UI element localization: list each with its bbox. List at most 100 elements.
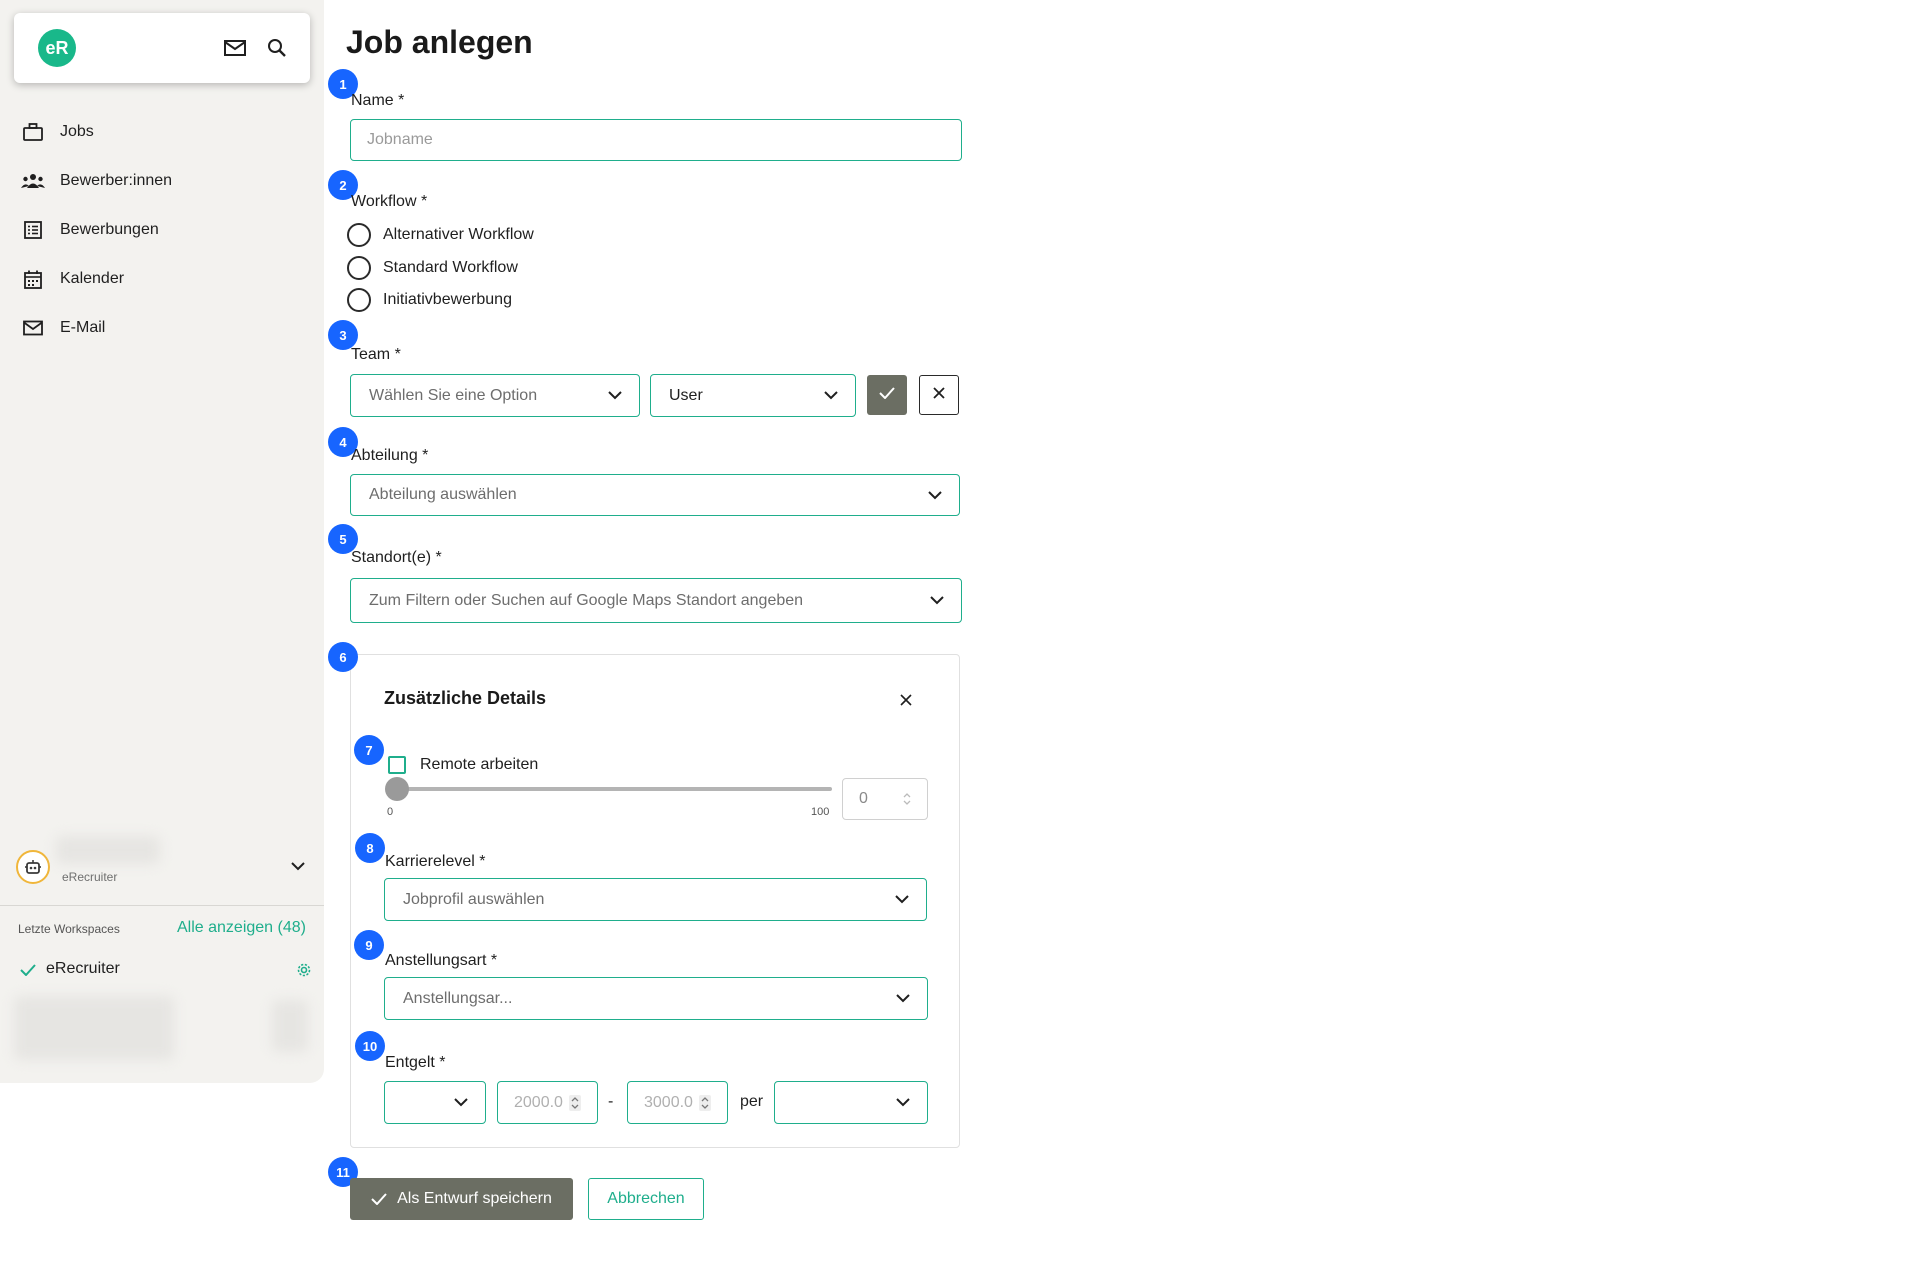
show-all-workspaces-link[interactable]: Alle anzeigen (48) (177, 919, 306, 937)
radio-label: Alternativer Workflow (383, 226, 534, 243)
team-confirm-button[interactable] (867, 375, 907, 415)
stepper-icon[interactable] (699, 1095, 711, 1111)
team-role-select[interactable]: User (650, 374, 856, 417)
save-draft-button[interactable]: Als Entwurf speichern (350, 1178, 573, 1220)
per-label: per (740, 1093, 764, 1110)
workflow-label: Workflow * (351, 193, 428, 210)
step-badge: 10 (355, 1031, 385, 1061)
gear-icon[interactable] (294, 960, 314, 980)
karriere-select-value: Jobprofil auswählen (403, 890, 545, 908)
standort-label: Standort(e) * (351, 549, 442, 566)
page-title: Job anlegen (346, 24, 533, 60)
remote-label: Remote arbeiten (420, 756, 539, 773)
chevron-down-icon (607, 388, 623, 404)
job-name-input[interactable]: Jobname (350, 119, 962, 161)
workspace-actions-redacted (272, 1000, 308, 1052)
slider-max-label: 100 (811, 806, 830, 818)
team-select-value: Wählen Sie eine Option (369, 386, 538, 404)
sidebar-item-bewerber[interactable]: Bewerber:innen (20, 164, 172, 198)
chevron-down-icon (927, 487, 943, 503)
chevron-down-icon (823, 388, 839, 404)
abteilung-label: Abteilung * (351, 447, 429, 464)
mail-icon (20, 315, 46, 341)
stepper-icon[interactable] (901, 791, 913, 807)
team-clear-button[interactable] (919, 375, 959, 415)
check-icon (371, 1193, 387, 1205)
chevron-down-icon (894, 892, 910, 908)
sidebar-header-card: eR (14, 13, 310, 83)
name-label: Name * (351, 92, 405, 109)
remote-slider-thumb[interactable] (385, 777, 409, 801)
radio-initiativbewerbung[interactable] (347, 288, 371, 312)
account-subtitle: eRecruiter (62, 870, 118, 884)
chevron-down-icon (895, 1095, 911, 1111)
radio-label: Standard Workflow (383, 259, 518, 276)
anstellung-select[interactable]: Anstellungsar... (384, 977, 928, 1020)
sidebar-item-email[interactable]: E-Mail (20, 311, 105, 345)
people-icon (20, 168, 46, 194)
radio-label: Initiativbewerbung (383, 291, 512, 308)
anstellung-label: Anstellungsart * (385, 952, 498, 969)
chevron-down-icon (453, 1095, 469, 1111)
chevron-down-icon (895, 991, 911, 1007)
sidebar-item-label: Bewerber:innen (60, 172, 173, 189)
list-icon (20, 217, 46, 243)
app-logo[interactable]: eR (38, 29, 76, 67)
calendar-icon (20, 266, 46, 292)
close-icon (933, 386, 945, 404)
sidebar-item-jobs[interactable]: Jobs (20, 115, 94, 149)
check-icon (879, 386, 895, 404)
slider-min-label: 0 (387, 806, 394, 818)
team-label: Team * (351, 346, 401, 363)
team-role-value: User (669, 386, 703, 404)
range-dash: - (608, 1093, 614, 1110)
radio-standard-workflow[interactable] (347, 256, 371, 280)
karriere-label: Karrierelevel * (385, 853, 486, 870)
search-icon[interactable] (264, 35, 290, 61)
chevron-down-icon (929, 593, 945, 609)
remote-value: 0 (859, 790, 868, 807)
sidebar-item-label: Kalender (60, 270, 125, 287)
sidebar-item-kalender[interactable]: Kalender (20, 262, 124, 296)
sidebar-item-label: Jobs (60, 123, 94, 140)
step-badge: 9 (354, 930, 384, 960)
karriere-select[interactable]: Jobprofil auswählen (384, 878, 927, 921)
step-badge: 6 (328, 642, 358, 672)
salary-to-value: 3000.0 (644, 1093, 693, 1111)
step-badge: 7 (354, 735, 384, 765)
standort-select[interactable]: Zum Filtern oder Suchen auf Google Maps … (350, 578, 962, 623)
save-draft-label: Als Entwurf speichern (397, 1190, 552, 1207)
cancel-label: Abbrechen (607, 1190, 685, 1207)
salary-to-input[interactable]: 3000.0 (627, 1081, 728, 1124)
chevron-down-icon[interactable] (288, 856, 308, 876)
mail-icon[interactable] (222, 35, 248, 61)
remote-value-input[interactable]: 0 (842, 778, 928, 820)
check-icon (18, 960, 38, 980)
workspace-list-redacted (14, 996, 174, 1060)
sidebar-item-label: Bewerbungen (60, 221, 159, 238)
account-name-redacted (56, 836, 160, 864)
remote-checkbox[interactable] (388, 756, 406, 774)
entgelt-label: Entgelt * (385, 1054, 446, 1071)
sidebar-item-bewerbungen[interactable]: Bewerbungen (20, 213, 159, 247)
stepper-icon[interactable] (569, 1095, 581, 1111)
step-badge: 8 (355, 833, 385, 863)
workspaces-heading: Letzte Workspaces (18, 922, 120, 936)
close-icon[interactable] (895, 689, 917, 711)
radio-alternativer-workflow[interactable] (347, 223, 371, 247)
team-select[interactable]: Wählen Sie eine Option (350, 374, 640, 417)
workspace-current[interactable]: eRecruiter (46, 960, 120, 978)
anstellung-select-value: Anstellungsar... (403, 989, 513, 1007)
abteilung-select[interactable]: Abteilung auswählen (350, 474, 960, 516)
robot-avatar-icon[interactable] (16, 850, 50, 884)
briefcase-icon (20, 119, 46, 145)
sidebar: eR Jobs Bewerber:innen Bewerbungen Kalen… (0, 0, 324, 1083)
details-title: Zusätzliche Details (384, 688, 547, 708)
cancel-button[interactable]: Abbrechen (588, 1178, 704, 1220)
remote-slider-track[interactable] (396, 787, 832, 791)
period-select[interactable] (774, 1081, 928, 1124)
currency-select[interactable] (384, 1081, 486, 1124)
salary-from-input[interactable]: 2000.0 (497, 1081, 598, 1124)
standort-select-value: Zum Filtern oder Suchen auf Google Maps … (369, 591, 804, 609)
salary-from-value: 2000.0 (514, 1093, 563, 1111)
